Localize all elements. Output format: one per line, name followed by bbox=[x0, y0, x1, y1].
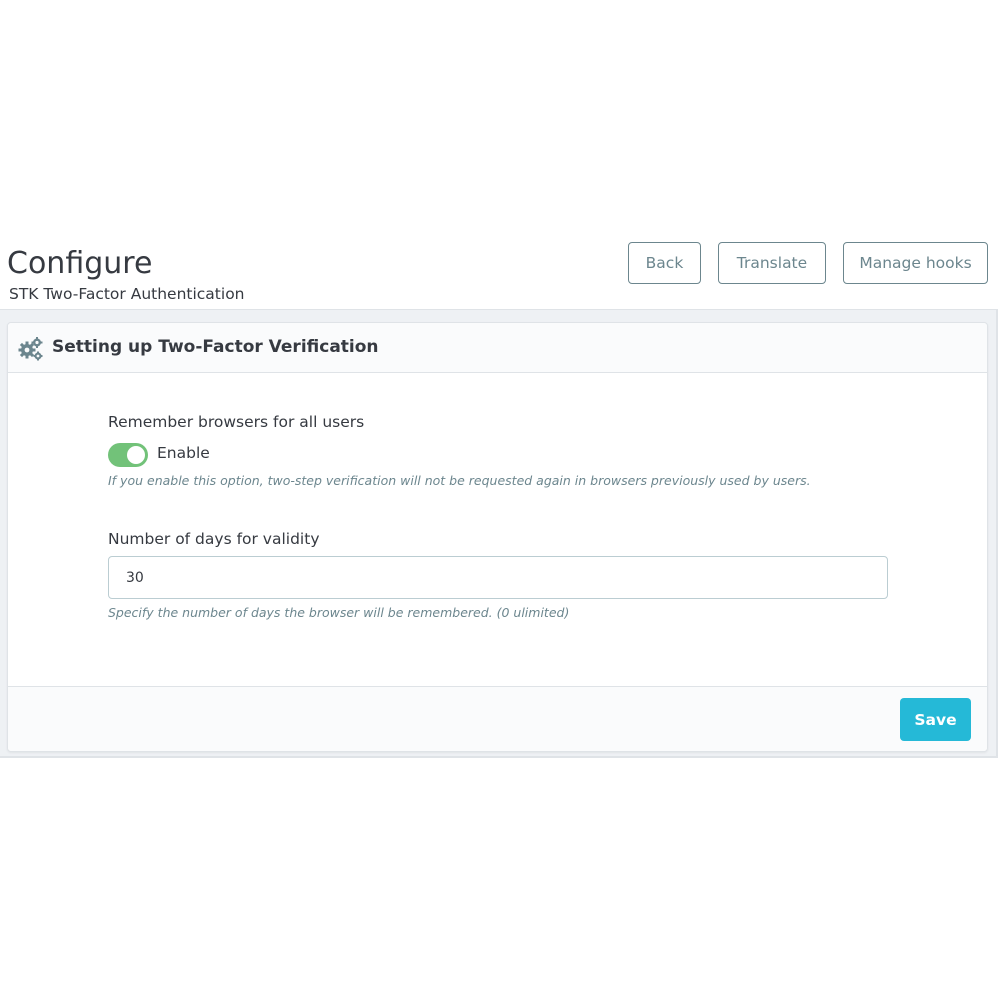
validity-days-help: Specify the number of days the browser w… bbox=[108, 605, 570, 620]
manage-hooks-button[interactable]: Manage hooks bbox=[843, 242, 988, 284]
page-header: Configure STK Two-Factor Authentication … bbox=[0, 240, 998, 310]
toggle-enable-label: Enable bbox=[157, 444, 210, 462]
save-button[interactable]: Save bbox=[900, 698, 971, 741]
toggle-knob bbox=[127, 446, 145, 464]
back-button[interactable]: Back bbox=[628, 242, 701, 284]
page-subtitle: STK Two-Factor Authentication bbox=[9, 285, 245, 303]
remember-browsers-toggle[interactable] bbox=[108, 443, 148, 467]
panel-title: Setting up Two-Factor Verification bbox=[52, 337, 379, 357]
remember-browsers-help: If you enable this option, two-step veri… bbox=[108, 473, 811, 488]
module-configure-screen: Configure STK Two-Factor Authentication … bbox=[0, 240, 998, 758]
validity-days-input[interactable] bbox=[108, 556, 888, 599]
page-title: Configure bbox=[7, 246, 153, 281]
panel-header: Setting up Two-Factor Verification bbox=[8, 323, 987, 373]
translate-button[interactable]: Translate bbox=[718, 242, 826, 284]
remember-browsers-label: Remember browsers for all users bbox=[108, 413, 365, 431]
settings-panel: Setting up Two-Factor Verification Remem… bbox=[7, 322, 988, 752]
gears-icon bbox=[18, 337, 43, 361]
panel-footer: Save bbox=[8, 686, 987, 751]
validity-days-label: Number of days for validity bbox=[108, 530, 320, 548]
